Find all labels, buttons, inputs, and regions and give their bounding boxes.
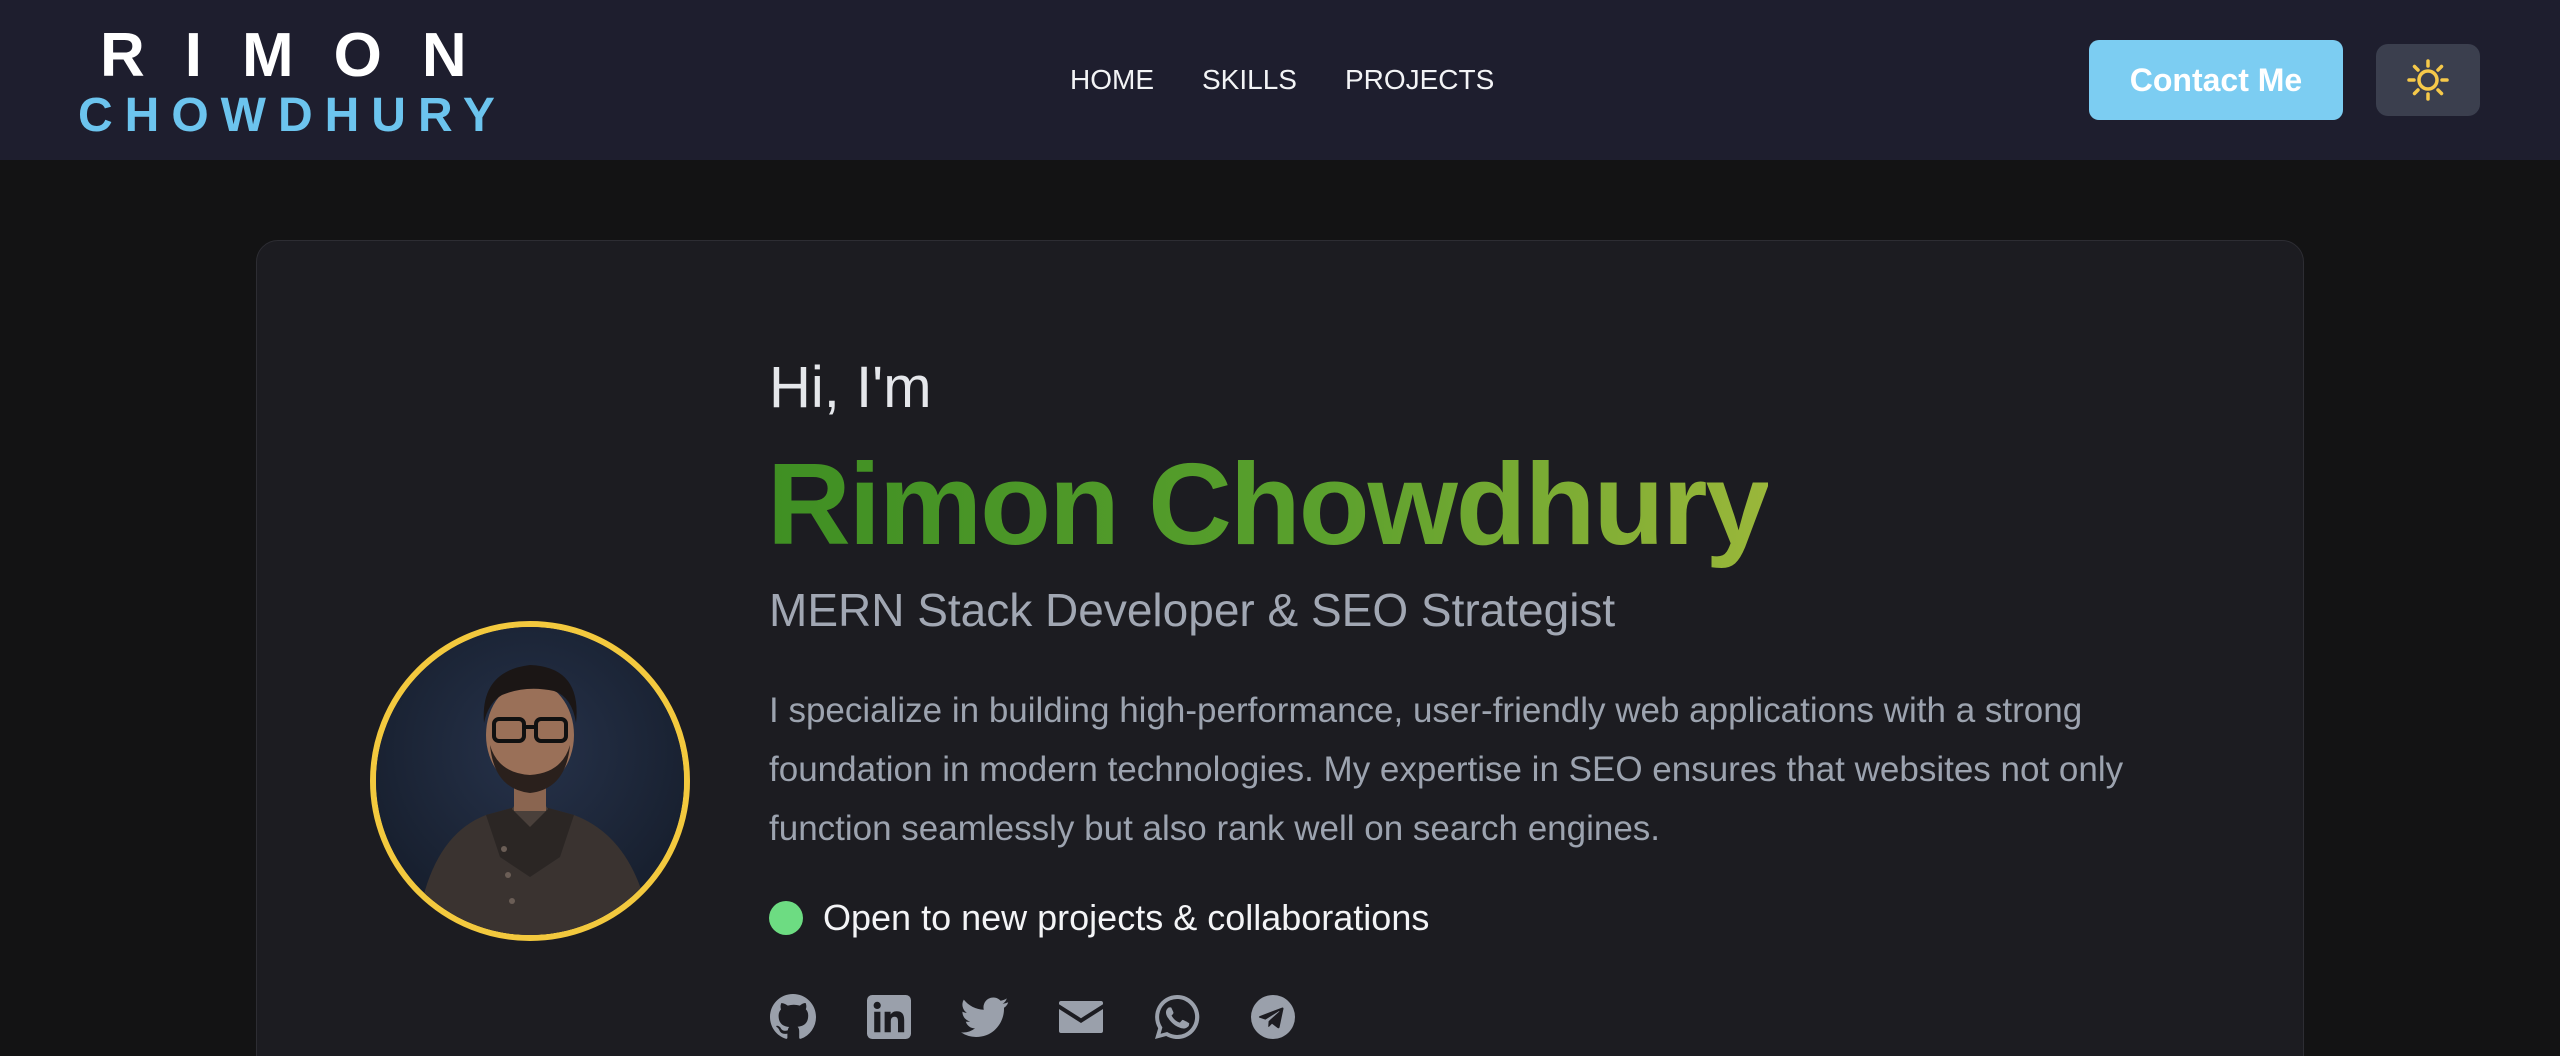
nav-link-projects[interactable]: PROJECTS	[1345, 62, 1494, 98]
logo-last-name: CHOWDHURY	[78, 89, 507, 142]
hero-bio: I specialize in building high-performanc…	[769, 691, 2124, 848]
twitter-icon	[961, 997, 1009, 1037]
nav-link-home[interactable]: HOME	[1070, 62, 1154, 98]
github-icon	[770, 994, 817, 1039]
status-indicator	[769, 901, 803, 935]
twitter-link[interactable]	[961, 992, 1009, 1042]
github-link[interactable]	[769, 992, 817, 1042]
whatsapp-icon	[1155, 994, 1200, 1039]
navbar: RIMON CHOWDHURY HOME SKILLS PROJECTS Con…	[0, 0, 2560, 160]
hero-role: MERN Stack Developer & SEO Strategist	[769, 584, 1616, 636]
hero-greeting: Hi, I'm	[769, 355, 932, 420]
theme-toggle-button[interactable]	[2376, 44, 2480, 116]
telegram-icon	[1251, 995, 1295, 1039]
nav-links: HOME SKILLS PROJECTS	[1070, 62, 1494, 98]
hero-name: Rimon Chowdhury	[767, 439, 1770, 569]
email-icon	[1059, 1001, 1103, 1033]
telegram-link[interactable]	[1249, 992, 1297, 1042]
linkedin-icon	[867, 995, 911, 1039]
status-text: Open to new projects & collaborations	[823, 897, 1430, 938]
profile-avatar	[370, 621, 690, 941]
social-links	[769, 992, 1297, 1042]
whatsapp-link[interactable]	[1153, 992, 1201, 1042]
site-logo[interactable]: RIMON CHOWDHURY	[78, 24, 507, 142]
contact-me-button[interactable]: Contact Me	[2089, 40, 2343, 120]
sun-icon	[2407, 59, 2449, 101]
logo-first-name: RIMON	[100, 21, 507, 90]
profile-photo	[376, 627, 684, 935]
linkedin-link[interactable]	[865, 992, 913, 1042]
nav-link-skills[interactable]: SKILLS	[1202, 62, 1297, 98]
email-link[interactable]	[1057, 992, 1105, 1042]
availability-status: Open to new projects & collaborations	[769, 896, 1429, 940]
